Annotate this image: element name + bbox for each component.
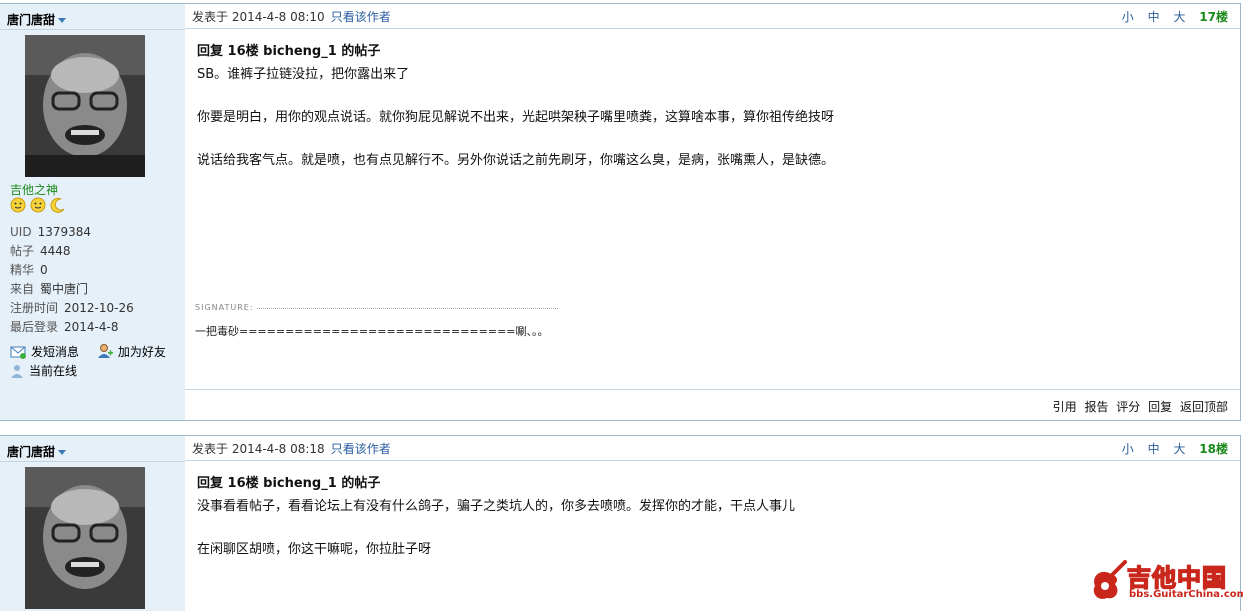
post-paragraph: 说话给我客气点。就是喷，也有点见解行不。另外你说话之前先刷牙，你嘴这么臭，是病，… [197, 153, 835, 168]
avatar[interactable] [25, 467, 145, 609]
post-title: 回复 16楼 bicheng_1 的帖子 [197, 44, 381, 59]
user-actions: 发短消息 加为好友 当前在线 [10, 343, 180, 381]
logo-url: bbs.GuitarChina.com [1129, 589, 1243, 600]
signature-text: 一把毒砂==============================唰、。。 [195, 325, 549, 338]
post-time: 发表于 2014-4-8 08:18 [192, 442, 325, 456]
site-logo: 吉他中国 bbs.GuitarChina.com [1087, 556, 1243, 606]
send-pm-button[interactable]: 发短消息 [10, 345, 79, 359]
info-uid: UID 1379384 [10, 225, 92, 239]
author-name-text[interactable]: 唐门唐甜 [7, 13, 55, 27]
info-register: 注册时间 2012-10-26 [10, 301, 134, 315]
post-meta: 发表于 2014-4-8 08:18 只看该作者 小 中 大 18楼 [185, 436, 1240, 461]
logo-name: 吉他中国 [1126, 563, 1227, 593]
author-sidebar: 唐门唐甜 吉他之神 UID 1379384 帖子 4448 精华 0 来自 蜀中… [0, 4, 185, 420]
add-friend-button[interactable]: 加为好友 [97, 344, 166, 359]
post-time: 发表于 2014-4-8 08:10 [192, 10, 325, 24]
only-author-link[interactable]: 只看该作者 [331, 10, 391, 24]
envelope-icon [10, 346, 26, 359]
author-name-text[interactable]: 唐门唐甜 [7, 445, 55, 459]
add-user-icon [97, 344, 113, 358]
info-posts: 帖子 4448 [10, 244, 71, 258]
font-small-link[interactable]: 小 [1122, 442, 1134, 456]
post-paragraph: 在闲聊区胡喷，你这干嘛呢，你拉肚子呀 [197, 542, 432, 557]
font-large-link[interactable]: 大 [1173, 10, 1185, 24]
post-main: 发表于 2014-4-8 08:18 只看该作者 小 中 大 18楼 回复 16楼… [185, 436, 1240, 611]
avatar[interactable] [25, 35, 145, 177]
floor-number[interactable]: 17楼 [1199, 10, 1228, 24]
chevron-down-icon[interactable] [58, 18, 67, 23]
font-medium-link[interactable]: 中 [1148, 442, 1160, 456]
post-18: 唐门唐甜 发表于 2014-4-8 08:18 只看该作者 小 中 大 18楼 [0, 435, 1241, 611]
sun-icon [10, 197, 26, 213]
post-footer: 引用 报告 评分 回复 返回顶部 [185, 389, 1240, 421]
online-status: 当前在线 [10, 364, 77, 378]
post-paragraph: 没事看看帖子，看看论坛上有没有什么鸽子，骗子之类坑人的，你多去喷喷。发挥你的才能… [197, 499, 796, 514]
user-rank: 吉他之神 [10, 183, 59, 197]
user-icon [11, 365, 23, 378]
info-last-login: 最后登录 2014-4-8 [10, 320, 119, 334]
post-paragraph: SB。谁裤子拉链没拉，把你露出来了 [197, 67, 410, 82]
info-digest: 精华 0 [10, 263, 48, 277]
level-medals [10, 197, 66, 213]
post-paragraph: 你要是明白，用你的观点说话。就你狗屁见解说不出来，光起哄架秧子嘴里喷粪，这算啥本… [197, 110, 835, 125]
author-sidebar: 唐门唐甜 [0, 436, 185, 611]
chevron-down-icon[interactable] [58, 450, 67, 455]
post-title: 回复 16楼 bicheng_1 的帖子 [197, 476, 381, 491]
only-author-link[interactable]: 只看该作者 [331, 442, 391, 456]
moon-icon [50, 197, 65, 213]
reply-link[interactable]: 回复 [1148, 400, 1172, 414]
post-content: 回复 16楼 bicheng_1 的帖子 SB。谁裤子拉链没拉，把你露出来了 你… [197, 40, 1228, 170]
post-meta: 发表于 2014-4-8 08:10 只看该作者 小 中 大 17楼 [185, 4, 1240, 29]
post-content: 回复 16楼 bicheng_1 的帖子 没事看看帖子，看看论坛上有没有什么鸽子… [197, 472, 1228, 559]
font-large-link[interactable]: 大 [1173, 442, 1185, 456]
guitar-logo-icon [1093, 560, 1127, 599]
signature: SIGNATURE: 一把毒砂=========================… [195, 303, 558, 339]
quote-link[interactable]: 引用 [1053, 400, 1077, 414]
author-name[interactable]: 唐门唐甜 [7, 443, 67, 460]
info-from: 来自 蜀中唐门 [10, 282, 89, 296]
font-medium-link[interactable]: 中 [1148, 10, 1160, 24]
user-info: UID 1379384 帖子 4448 精华 0 来自 蜀中唐门 注册时间 2012-10… [10, 223, 134, 337]
post-17: 唐门唐甜 吉他之神 UID 1379384 帖子 4448 精华 0 来自 蜀中… [0, 3, 1241, 421]
sun-icon [30, 197, 46, 213]
font-small-link[interactable]: 小 [1122, 10, 1134, 24]
back-to-top-link[interactable]: 返回顶部 [1180, 400, 1228, 414]
author-name[interactable]: 唐门唐甜 [7, 11, 67, 28]
rate-link[interactable]: 评分 [1116, 400, 1140, 414]
floor-number[interactable]: 18楼 [1199, 442, 1228, 456]
post-main: 发表于 2014-4-8 08:10 只看该作者 小 中 大 17楼 回复 16楼… [185, 4, 1240, 420]
report-link[interactable]: 报告 [1084, 400, 1108, 414]
